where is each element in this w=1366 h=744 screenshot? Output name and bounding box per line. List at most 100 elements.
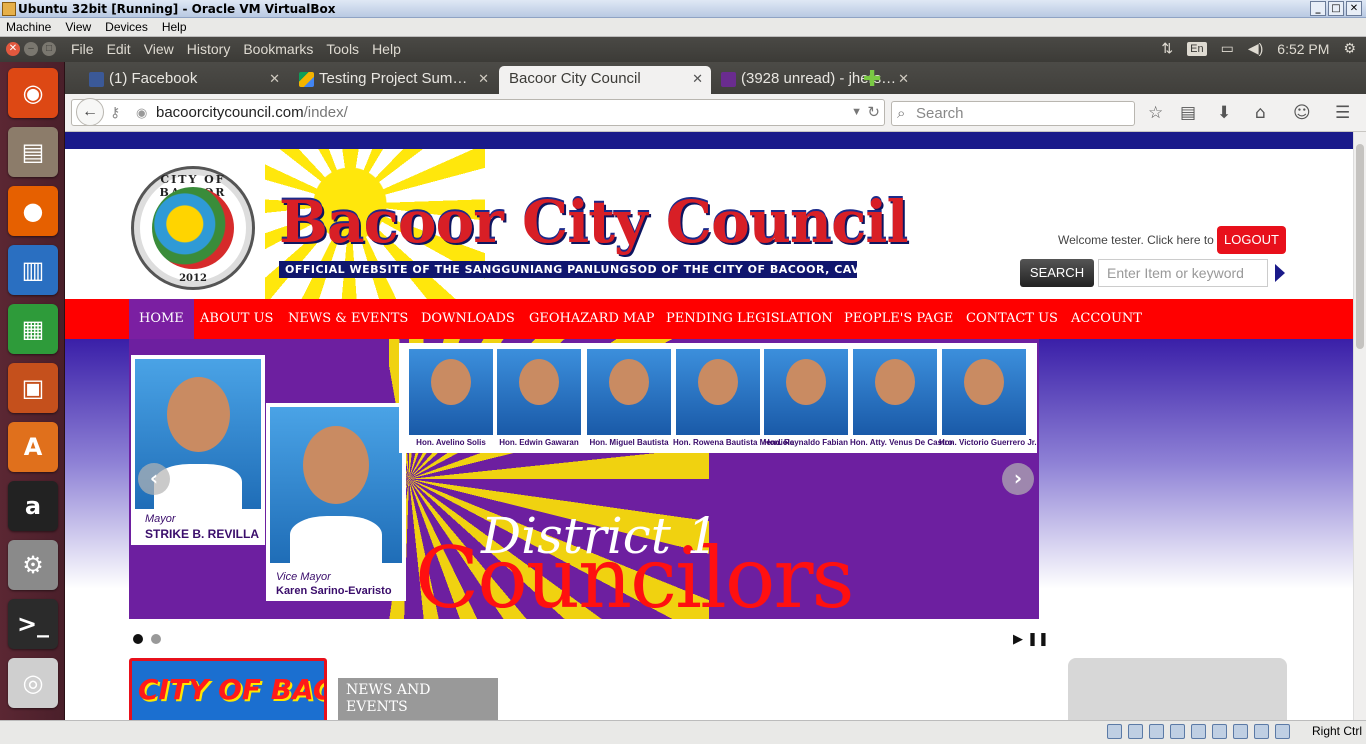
tab-bacoor-city-council[interactable]: Bacoor City Council ✕ xyxy=(499,66,711,94)
vbox-menu-help[interactable]: Help xyxy=(162,20,187,34)
keyboard-layout-indicator[interactable]: En xyxy=(1187,41,1207,56)
identity-key-icon[interactable]: ⚷ xyxy=(110,100,120,125)
menu-view[interactable]: View xyxy=(144,41,174,57)
slider-dot[interactable] xyxy=(133,634,143,644)
councilor-name: Hon. Miguel Bautista xyxy=(589,438,669,447)
window-minimize-icon[interactable]: – xyxy=(24,42,38,56)
home-icon[interactable]: ⌂ xyxy=(1255,103,1266,123)
network-icon[interactable]: ⇅ xyxy=(1161,40,1173,57)
system-settings-icon[interactable]: ⚙ xyxy=(8,540,58,590)
clock[interactable]: 6:52 PM xyxy=(1277,41,1329,57)
slider-prev-arrow-icon[interactable]: ‹ xyxy=(138,463,170,495)
site-search-input[interactable]: Enter Item or keyword xyxy=(1098,259,1268,287)
slider-controls: ▶ ❚❚ xyxy=(1013,632,1049,647)
city-banner-image[interactable]: CITY OF BACOOR xyxy=(129,658,327,720)
reload-icon[interactable]: ↻ xyxy=(867,100,880,125)
bookmark-star-icon[interactable]: ☆ xyxy=(1148,103,1163,123)
network-status-icon[interactable] xyxy=(1212,724,1227,739)
optical-status-icon[interactable] xyxy=(1128,724,1143,739)
slider-pagination xyxy=(133,634,161,644)
tab-close-icon[interactable]: ✕ xyxy=(692,66,703,92)
mouse-integration-icon[interactable] xyxy=(1275,724,1290,739)
window-restore-icon[interactable]: □ xyxy=(42,42,56,56)
display-status-icon[interactable] xyxy=(1191,724,1206,739)
writer-icon[interactable]: ▥ xyxy=(8,245,58,295)
impress-icon[interactable]: ▣ xyxy=(8,363,58,413)
search-go-arrow-icon[interactable] xyxy=(1275,264,1285,282)
pause-icon[interactable]: ❚❚ xyxy=(1027,632,1049,647)
minimize-button[interactable]: _ xyxy=(1310,1,1326,16)
slide-district: District 1 xyxy=(481,507,719,565)
close-button[interactable]: ✕ xyxy=(1346,1,1362,16)
files-icon[interactable]: ▤ xyxy=(8,127,58,177)
menu-bookmarks[interactable]: Bookmarks xyxy=(243,41,313,57)
battery-icon[interactable]: ▭ xyxy=(1221,40,1234,57)
menu-file[interactable]: File xyxy=(71,41,94,57)
nav-downloads[interactable]: DOWNLOADS xyxy=(411,299,525,339)
nav-peoples-page[interactable]: PEOPLE'S PAGE xyxy=(834,299,963,339)
tab-facebook[interactable]: (1) Facebook ✕ xyxy=(83,66,288,94)
menu-help[interactable]: Help xyxy=(372,41,401,57)
councilor-photo xyxy=(764,349,848,435)
nav-about-us[interactable]: ABOUT US xyxy=(190,299,283,339)
hdd-status-icon[interactable] xyxy=(1107,724,1122,739)
site-search-button[interactable]: SEARCH xyxy=(1020,259,1094,287)
nav-contact-us[interactable]: CONTACT US xyxy=(956,299,1068,339)
tab-label: (1) Facebook xyxy=(109,70,198,87)
councilor-photo xyxy=(587,349,671,435)
usb-status-icon[interactable] xyxy=(1149,724,1164,739)
nav-account[interactable]: ACCOUNT xyxy=(1061,299,1152,339)
terminal-icon[interactable]: >_ xyxy=(8,599,58,649)
power-gear-icon[interactable]: ⚙ xyxy=(1343,40,1356,57)
browser-search-field[interactable]: ⌕ Search xyxy=(891,101,1135,126)
menu-tools[interactable]: Tools xyxy=(326,41,359,57)
calc-icon[interactable]: ▦ xyxy=(8,304,58,354)
dvd-icon[interactable]: ◎ xyxy=(8,658,58,708)
url-dropdown-icon[interactable]: ▼ xyxy=(851,100,862,125)
video-capture-status-icon[interactable] xyxy=(1233,724,1248,739)
maximize-button[interactable]: □ xyxy=(1328,1,1344,16)
window-close-icon[interactable]: ✕ xyxy=(6,42,20,56)
slider-next-arrow-icon[interactable]: › xyxy=(1002,463,1034,495)
software-center-icon[interactable]: A xyxy=(8,422,58,472)
menu-history[interactable]: History xyxy=(187,41,231,57)
nav-home[interactable]: HOME xyxy=(129,299,194,339)
chat-icon[interactable]: ☺ xyxy=(1293,103,1311,123)
reading-list-icon[interactable]: ▤ xyxy=(1180,103,1196,123)
volume-icon[interactable]: ◀) xyxy=(1248,40,1263,57)
amazon-icon[interactable]: a xyxy=(8,481,58,531)
nav-pending-legislation[interactable]: PENDING LEGISLATION xyxy=(656,299,843,339)
tab-close-icon[interactable]: ✕ xyxy=(898,66,909,92)
firefox-icon[interactable]: ● xyxy=(8,186,58,236)
scrollbar-thumb[interactable] xyxy=(1356,144,1364,349)
site-title: Bacoor City Council xyxy=(279,188,908,256)
menu-edit[interactable]: Edit xyxy=(107,41,131,57)
download-arrow-icon[interactable]: ⬇ xyxy=(1217,103,1231,123)
back-arrow-icon[interactable]: ← xyxy=(76,98,104,126)
vbox-menu-devices[interactable]: Devices xyxy=(105,20,148,34)
main-navigation: HOME ABOUT US NEWS & EVENTS DOWNLOADS GE… xyxy=(65,299,1353,339)
url-bar[interactable]: ← ⚷ ◉ bacoorcitycouncil.com/index/ ▼ ↻ xyxy=(71,98,885,126)
vbox-menu-view[interactable]: View xyxy=(65,20,91,34)
tab-testing-project[interactable]: Testing Project Sum… ✕ xyxy=(293,66,497,94)
tab-label: Bacoor City Council xyxy=(509,70,641,87)
play-icon[interactable]: ▶ xyxy=(1013,632,1023,647)
logout-button[interactable]: LOGOUT xyxy=(1217,226,1286,254)
ubuntu-dash-icon[interactable]: ◉ xyxy=(8,68,58,118)
web-page: CITY OF BACOOR 2012 Bacoor City Council … xyxy=(65,132,1353,720)
nav-geohazard-map[interactable]: GEOHAZARD MAP xyxy=(519,299,664,339)
hamburger-menu-icon[interactable]: ☰ xyxy=(1335,103,1350,123)
councilor-name: Hon. Rowena Bautista Mendiola xyxy=(673,438,795,447)
vice-mayor-name: Karen Sarino-Evaristo xyxy=(276,585,392,597)
tab-close-icon[interactable]: ✕ xyxy=(478,66,489,92)
tab-close-icon[interactable]: ✕ xyxy=(269,66,280,92)
cpu-status-icon[interactable] xyxy=(1254,724,1269,739)
tab-mail[interactable]: (3928 unread) - jhers… ✕ xyxy=(715,66,917,94)
page-scrollbar[interactable] xyxy=(1353,132,1366,720)
shared-folder-status-icon[interactable] xyxy=(1170,724,1185,739)
nav-news-events[interactable]: NEWS & EVENTS xyxy=(278,299,418,339)
new-tab-plus-icon[interactable]: ✚ xyxy=(863,67,881,92)
councilor-name: Hon. Avelino Solis xyxy=(416,438,486,447)
slider-dot[interactable] xyxy=(151,634,161,644)
vbox-menu-machine[interactable]: Machine xyxy=(6,20,51,34)
